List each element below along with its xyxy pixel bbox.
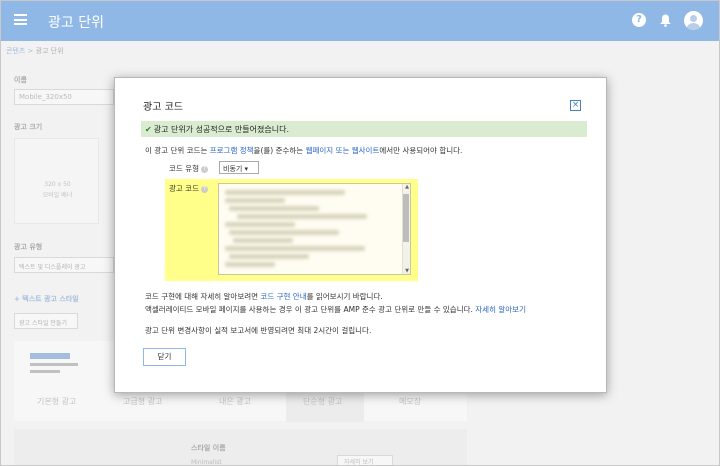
dialog-title: 광고 코드 [143,102,183,113]
amp-text: 액셀러레이티드 모바일 페이지를 사용하는 경우 이 광고 단위를 AMP 준수… [145,305,476,314]
policy-notice: 이 광고 단위 코드는 프로그램 정책을(를) 준수하는 웹페이지 또는 웹사이… [145,145,462,156]
implementation-guide-notice: 코드 구현에 대해 자세히 알아보려면 코드 구현 안내를 읽어보시기 바랍니다… [145,291,383,302]
breadcrumb-separator: > [25,47,36,55]
code-type-select[interactable]: 비동기 ▾ [219,161,259,174]
app-bar: 광고 단위 ? [1,1,719,41]
menu-icon[interactable] [14,14,27,25]
ad-code-label: 광고 코드? [169,183,208,194]
ad-code-label-text: 광고 코드 [169,184,199,193]
report-delay-notice: 광고 단위 변경사항이 실적 보고서에 반영되려면 최대 2시간이 걸립니다. [145,326,372,335]
learn-more-link[interactable]: 자세히 알아보기 [475,305,526,314]
policy-text: 이 광고 단위 코드는 [145,146,210,155]
amp-notice: 액셀러레이티드 모바일 페이지를 사용하는 경우 이 광고 단위를 AMP 준수… [145,304,526,315]
code-type-label: 코드 유형? [169,163,208,174]
check-icon: ✔ [145,125,152,134]
style-item-memo[interactable]: 메모장 [399,396,421,407]
create-style-button[interactable]: 광고 스타일 만들기 [14,313,78,329]
policy-text: 을(를) 준수하는 [253,146,306,155]
help-icon[interactable]: ? [632,13,646,27]
page-frame: 광고 단위 ? 콘텐츠 > 광고 단위 이름 Mobile_320x50 광고 … [0,0,720,466]
style-thumb-bar [30,353,70,359]
implementation-guide-link[interactable]: 코드 구현 안내 [260,292,306,301]
ad-code-dialog: 광고 코드 × ✔ 광고 단위가 성공적으로 만들어졌습니다. 이 광고 단위 코… [114,77,607,393]
breadcrumb: 콘텐츠 > 광고 단위 [6,46,64,56]
style-item-simple[interactable]: 단순형 광고 [303,396,342,407]
success-text: 광고 단위가 성공적으로 만들어졌습니다. [153,125,289,134]
breadcrumb-root[interactable]: 콘텐츠 [6,47,25,55]
style-name-value: Minimalist [191,459,222,466]
style-item-basic[interactable]: 기본형 광고 [37,396,76,407]
size-preview[interactable]: 320 x 50 모바일 배너 [14,138,99,224]
name-label: 이름 [14,76,27,84]
preview-size: 320 x 50 [44,181,71,188]
ad-code-textarea[interactable]: ▲ ▼ [218,183,411,275]
avatar[interactable] [684,11,703,30]
style-name-label: 스타일 이름 [191,444,226,452]
preview-name: 모바일 배너 [42,192,73,199]
ad-code-section: 광고 코드? ▲ ▼ [165,179,418,281]
style-item-advanced[interactable]: 고급형 광고 [123,396,162,407]
ad-type-label: 광고 유형 [14,243,43,251]
code-type-text: 코드 유형 [169,164,199,173]
style-detail-button[interactable]: 자세히 보기 [337,455,393,465]
scroll-thumb[interactable] [403,194,409,242]
style-thumb-line [30,363,78,366]
program-policy-link[interactable]: 프로그램 정책 [210,146,254,155]
name-input[interactable]: Mobile_320x50 [14,89,114,105]
style-editor [14,429,467,465]
close-icon[interactable]: × [570,100,581,111]
help-circle-icon[interactable]: ? [200,185,208,193]
guide-text: 코드 구현에 대해 자세히 알아보려면 [145,292,261,301]
ad-type-select[interactable]: 텍스트 및 디스플레이 광고 [14,257,114,273]
webpage-link[interactable]: 웹페이지 또는 웹사이트 [306,146,380,155]
bell-icon[interactable] [660,14,671,27]
success-message: ✔ 광고 단위가 성공적으로 만들어졌습니다. [141,121,587,137]
policy-text: 에서만 사용되어야 합니다. [379,146,463,155]
style-thumb-line [30,370,60,373]
code-scrollbar[interactable]: ▲ ▼ [402,184,410,274]
close-button[interactable]: 닫기 [143,348,186,366]
app-title: 광고 단위 [48,15,104,31]
size-label: 광고 크기 [14,123,43,131]
breadcrumb-current: 광고 단위 [35,47,64,55]
text-style-toggle[interactable]: + 텍스트 광고 스타일 [14,294,79,304]
style-item-mine[interactable]: 내은 광고 [219,396,251,407]
help-circle-icon[interactable]: ? [200,165,208,173]
guide-text: 를 읽어보시기 바랍니다. [306,292,383,301]
